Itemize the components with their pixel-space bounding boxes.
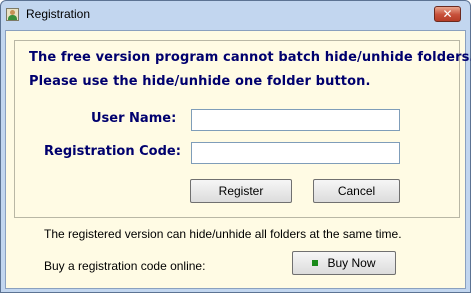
buy-now-label: Buy Now	[327, 256, 376, 270]
registration-code-field[interactable]	[191, 142, 400, 164]
window-title: Registration	[26, 7, 91, 21]
registration-group: The free version program cannot batch hi…	[14, 40, 471, 218]
registered-version-info: The registered version can hide/unhide a…	[44, 227, 402, 241]
registration-code-label: Registration Code:	[44, 144, 181, 159]
free-version-message: The free version program cannot batch hi…	[29, 50, 471, 65]
close-icon: ✕	[442, 7, 453, 21]
buy-online-prompt: Buy a registration code online:	[44, 259, 206, 273]
single-folder-hint: Please use the hide/unhide one folder bu…	[29, 74, 371, 89]
buy-indicator-icon	[312, 259, 319, 266]
username-label: User Name:	[91, 111, 177, 126]
cancel-button[interactable]: Cancel	[313, 179, 400, 203]
register-button[interactable]: Register	[190, 179, 292, 203]
user-app-icon	[6, 8, 19, 21]
dialog-body: The free version program cannot batch hi…	[5, 30, 471, 289]
title-bar[interactable]: Registration ✕	[1, 1, 470, 29]
close-button[interactable]: ✕	[434, 6, 461, 22]
username-field[interactable]	[191, 109, 400, 131]
buy-now-button[interactable]: Buy Now	[292, 251, 396, 275]
registration-window: Registration ✕ The free version program …	[0, 0, 471, 293]
